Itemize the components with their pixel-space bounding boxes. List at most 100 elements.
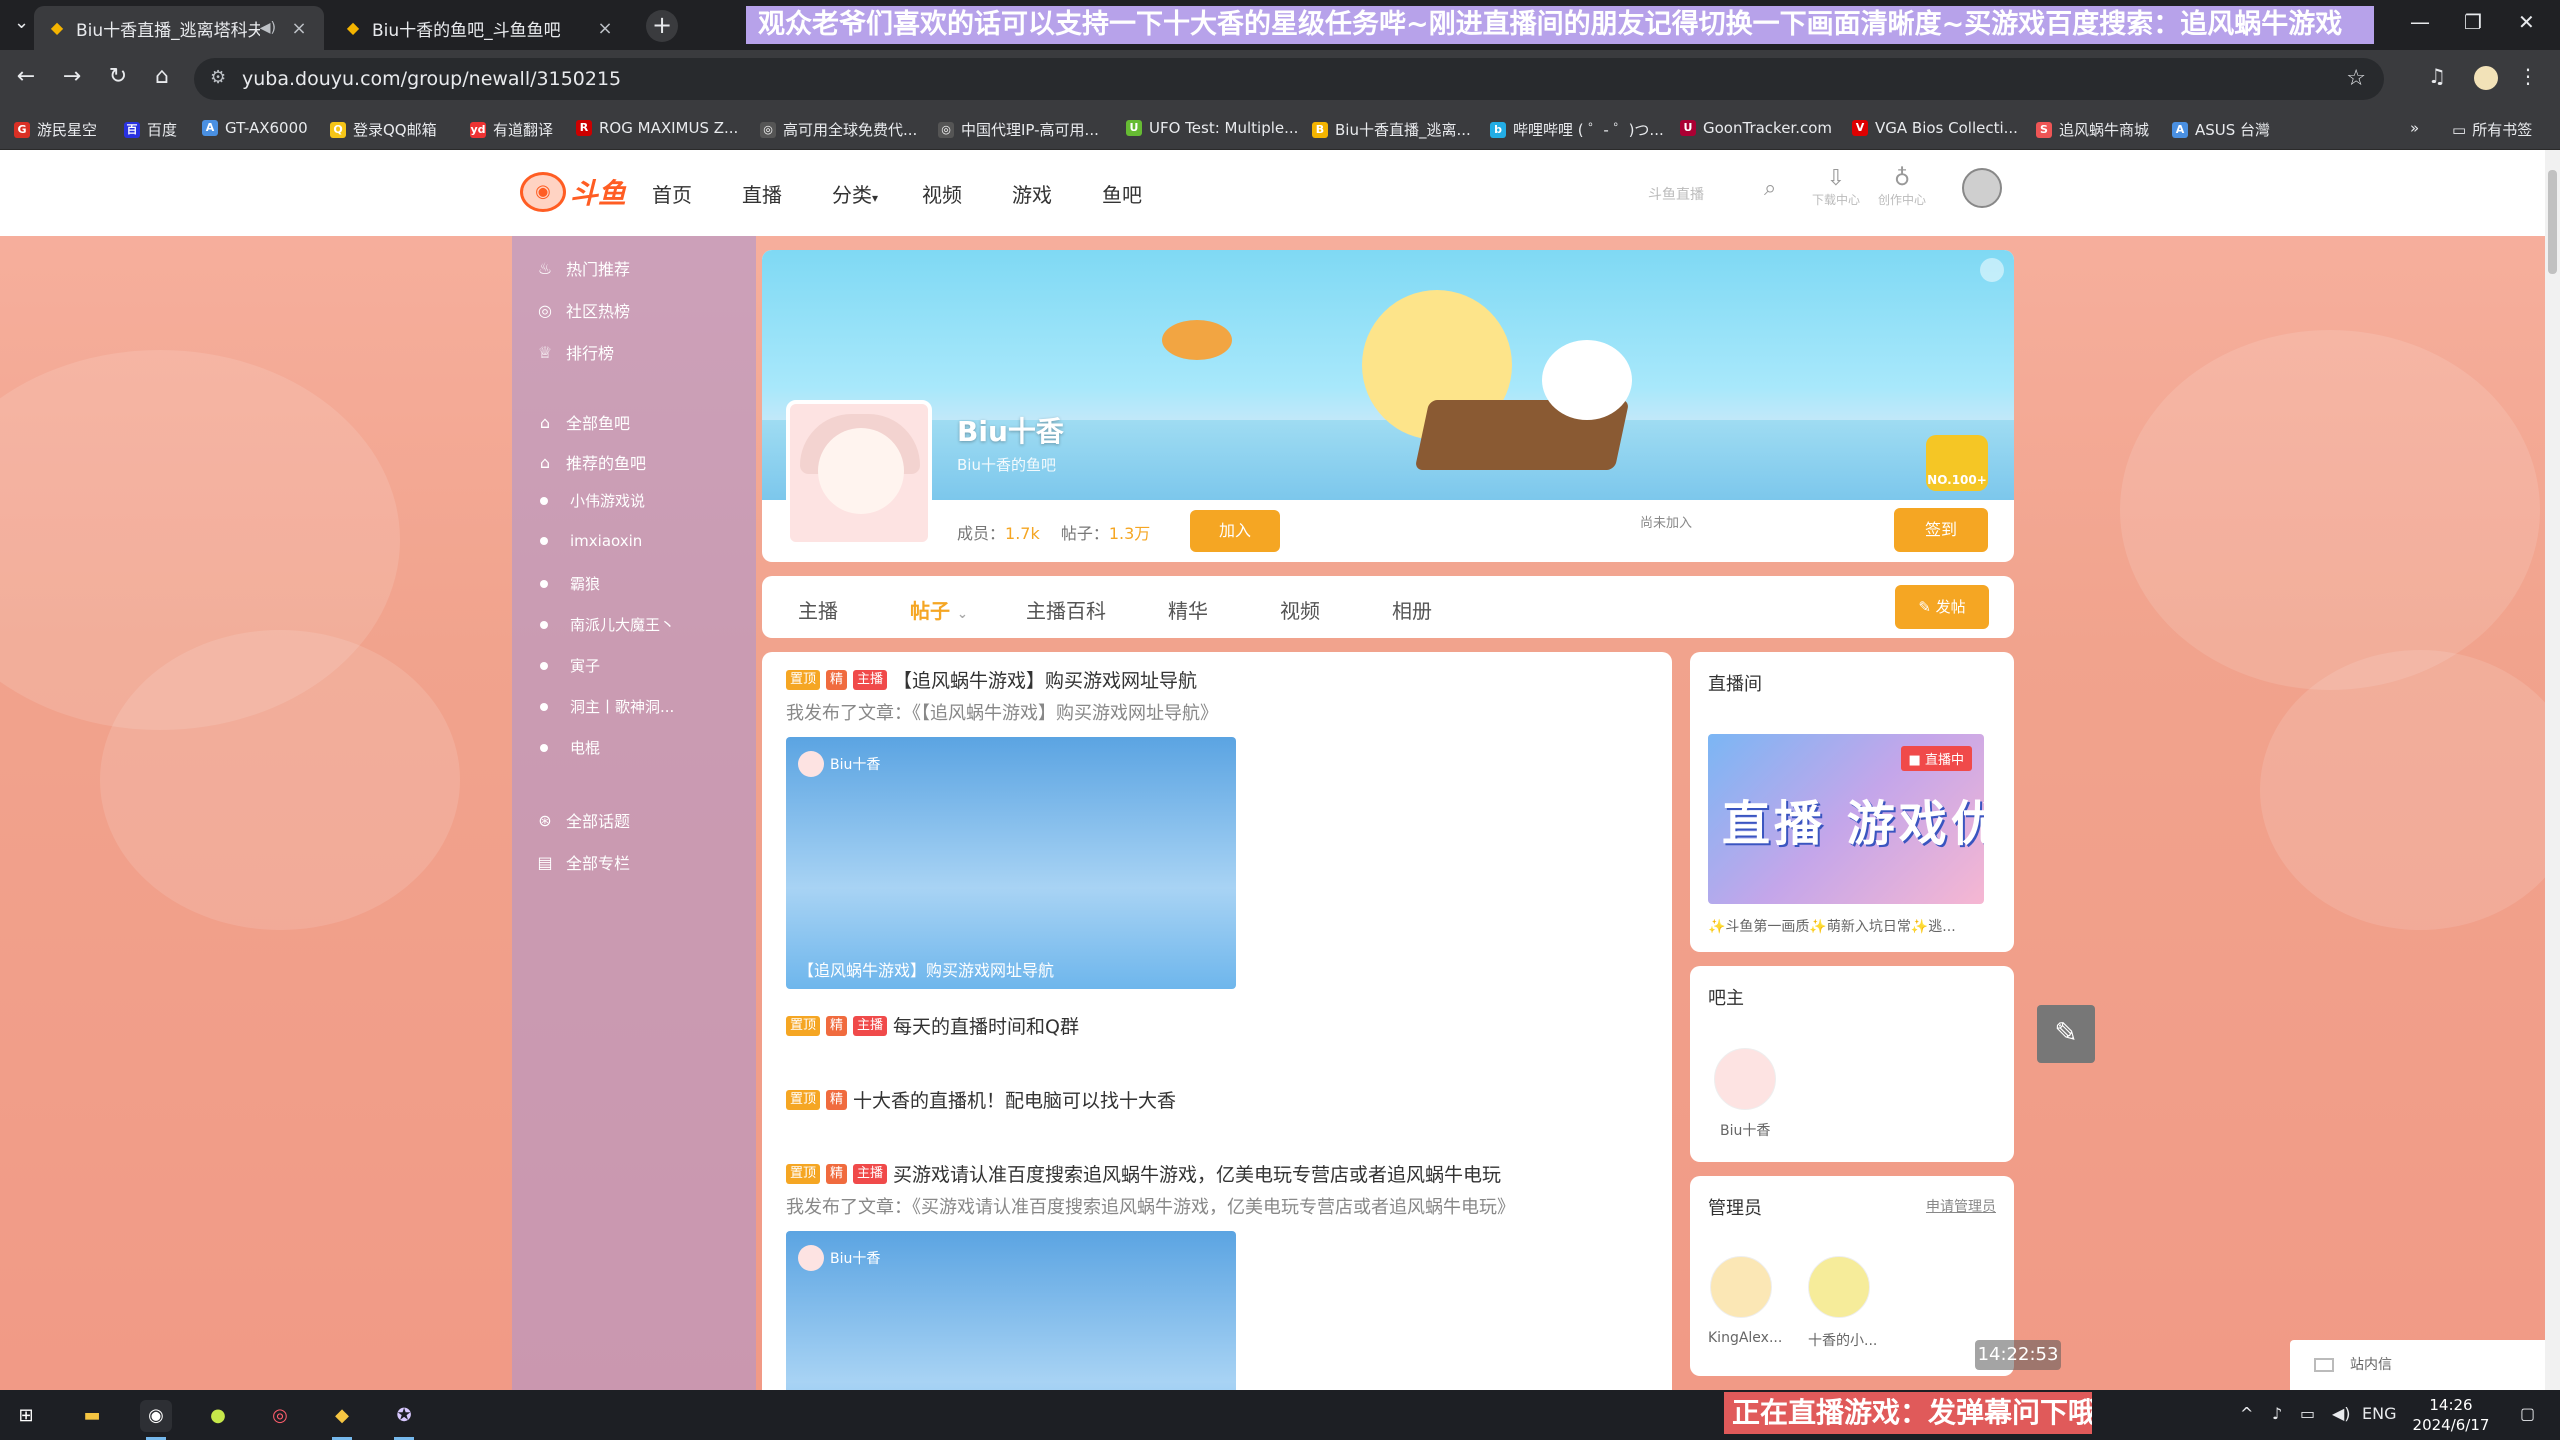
post-item[interactable]: 置顶 精 主播 【追风蜗牛游戏】购买游戏网址导航 我发布了文章：《【追风蜗牛游戏… <box>786 666 1236 989</box>
sidebar-item-hot[interactable]: ♨ 热门推荐 <box>536 256 630 280</box>
owner-avatar[interactable] <box>1714 1048 1776 1110</box>
volume-icon[interactable]: ◀) <box>2332 1404 2351 1423</box>
speaker-icon[interactable]: ◀) <box>260 20 276 36</box>
post-title[interactable]: 买游戏请认准百度搜索追风蜗牛游戏，亿美电玩专营店或者追风蜗牛电玩 <box>893 1160 1501 1187</box>
profile-avatar[interactable] <box>2474 66 2498 90</box>
download-center[interactable]: ⇩ 下载中心 <box>1812 166 1860 208</box>
sidebar-group-item[interactable]: 电棍 <box>540 737 600 758</box>
close-tab-icon[interactable]: × <box>288 18 310 39</box>
post-title-row[interactable]: 置顶 精 主播 买游戏请认准百度搜索追风蜗牛游戏，亿美电玩专营店或者追风蜗牛电玩 <box>786 1160 1515 1187</box>
bookmark-item[interactable]: U UFO Test: Multiple... <box>1126 119 1298 137</box>
post-cover-image[interactable]: Biu十香 <box>786 1231 1236 1390</box>
bookmark-item[interactable]: ◎ 中国代理IP-高可用... <box>938 119 1099 140</box>
bookmark-item[interactable]: A ASUS 台灣 <box>2172 119 2270 140</box>
bookmark-item[interactable]: 百百度 <box>124 119 177 140</box>
tab-featured[interactable]: 精华 <box>1168 595 1208 624</box>
sidebar-group-item[interactable]: 南派儿大魔王丶 <box>540 614 675 635</box>
sidebar-group-item[interactable]: 洞主丨歌神洞... <box>540 696 674 717</box>
post-title-row[interactable]: 置顶 精 十大香的直播机！配电脑可以找十大香 <box>786 1086 1176 1113</box>
sidebar-group-item[interactable]: 小伟游戏说 <box>540 490 645 511</box>
bookmark-item[interactable]: Q 登录QQ邮箱 <box>330 119 437 140</box>
bookmarks-overflow-icon[interactable]: » <box>2410 119 2419 137</box>
scrollbar-thumb[interactable] <box>2548 170 2557 274</box>
url-text[interactable]: yuba.douyu.com/group/newall/3150215 <box>242 68 621 90</box>
bookmark-item[interactable]: A GT-AX6000 <box>202 119 308 137</box>
live-thumbnail[interactable]: 直播 游戏优惠 ■ 直播中 <box>1708 734 1984 904</box>
post-cover-image[interactable]: Biu十香 【追风蜗牛游戏】购买游戏网址导航 <box>786 737 1236 989</box>
obs-studio-icon[interactable]: ✪ <box>388 1400 420 1440</box>
bookmark-item[interactable]: U GoonTracker.com <box>1680 119 1832 137</box>
bookmark-item[interactable]: V VGA Bios Collecti... <box>1852 119 2018 137</box>
browser-menu-icon[interactable]: ⋮ <box>2518 64 2538 88</box>
tray-chevron-icon[interactable]: ^ <box>2240 1404 2253 1423</box>
network-icon[interactable]: ▭ <box>2300 1404 2315 1423</box>
new-post-button[interactable]: ✎ 发帖 <box>1895 585 1989 629</box>
bookmark-item[interactable]: B Biu十香直播_逃离... <box>1312 119 1471 140</box>
post-title[interactable]: 十大香的直播机！配电脑可以找十大香 <box>853 1086 1176 1113</box>
windows-start-icon[interactable]: ⊞ <box>10 1400 42 1432</box>
sidebar-group-item[interactable]: 霸狼 <box>540 573 600 594</box>
bookmark-item[interactable]: R ROG MAXIMUS Z... <box>576 119 738 137</box>
post-item[interactable]: 置顶 精 十大香的直播机！配电脑可以找十大香 <box>786 1086 1176 1113</box>
tab-album[interactable]: 相册 <box>1392 595 1432 624</box>
notification-icon[interactable]: ▢ <box>2520 1404 2535 1423</box>
nav-home[interactable]: 首页 <box>652 179 692 208</box>
header-search-input[interactable]: 斗鱼直播 <box>1648 184 1704 204</box>
post-title-row[interactable]: 置顶 精 主播 每天的直播时间和Q群 <box>786 1012 1079 1039</box>
join-button[interactable]: 加入 <box>1190 510 1280 552</box>
microphone-icon[interactable]: ♪ <box>2272 1404 2282 1423</box>
user-avatar[interactable] <box>1962 168 2002 208</box>
browser-tab-yuba[interactable]: ◆ Biu十香的鱼吧_斗鱼鱼吧 × <box>330 6 630 50</box>
page-scrollbar[interactable] <box>2545 150 2560 1390</box>
sidebar-item-ranking[interactable]: ♕ 排行榜 <box>536 340 614 364</box>
admin-avatar[interactable] <box>1710 1256 1772 1318</box>
inbox-widget[interactable]: 站内信 <box>2290 1340 2545 1390</box>
netease-music-icon[interactable]: ◎ <box>264 1400 296 1432</box>
new-tab-button[interactable]: + <box>646 10 678 42</box>
browser-tab-live[interactable]: ◆ Biu十香直播_逃离塔科夫直播_斗鱼 ◀) × <box>34 6 324 50</box>
tab-wiki[interactable]: 主播百科 <box>1026 595 1106 624</box>
sidebar-item-community-hot[interactable]: ◎ 社区热榜 <box>536 298 630 322</box>
tab-search-chevron-icon[interactable]: ⌄ <box>14 12 29 33</box>
tab-posts[interactable]: 帖子 ⌄ <box>910 595 968 624</box>
system-clock[interactable]: 14:26 2024/6/17 <box>2396 1395 2506 1435</box>
nav-games[interactable]: 游戏 <box>1012 179 1052 208</box>
sidebar-item-columns[interactable]: ▤ 全部专栏 <box>536 850 630 874</box>
minimize-icon[interactable]: — <box>2410 10 2430 34</box>
post-title[interactable]: 每天的直播时间和Q群 <box>893 1012 1079 1039</box>
search-icon[interactable]: ⌕ <box>1764 176 1776 201</box>
nav-video[interactable]: 视频 <box>922 179 962 208</box>
admin-name[interactable]: KingAlex... <box>1708 1330 1782 1346</box>
bookmark-item[interactable]: b 哔哩哔哩 ( ゜- ゜)つ... <box>1490 119 1664 140</box>
media-control-icon[interactable]: ♫ <box>2428 64 2446 88</box>
creator-center[interactable]: ♁ 创作中心 <box>1878 166 1926 208</box>
forward-icon[interactable]: → <box>56 64 88 89</box>
banner-toggle-icon[interactable] <box>1980 258 2004 282</box>
post-item[interactable]: 置顶 精 主播 买游戏请认准百度搜索追风蜗牛游戏，亿美电玩专营店或者追风蜗牛电玩… <box>786 1160 1515 1390</box>
bookmark-item[interactable]: yd 有道翻译 <box>470 119 553 140</box>
address-bar[interactable]: ⚙ yuba.douyu.com/group/newall/3150215 ☆ <box>194 58 2384 100</box>
apply-admin-link[interactable]: 申请管理员 <box>1926 1196 1996 1216</box>
sidebar-item-all-groups[interactable]: ⌂ 全部鱼吧 <box>536 410 630 434</box>
reload-icon[interactable]: ↻ <box>102 64 134 89</box>
floating-edit-button[interactable]: ✎ <box>2037 1005 2095 1063</box>
post-title[interactable]: 【追风蜗牛游戏】购买游戏网址导航 <box>893 666 1197 693</box>
admin-avatar[interactable] <box>1808 1256 1870 1318</box>
douyu-logo[interactable]: ◉ 斗鱼 <box>520 172 626 212</box>
app-ball-icon[interactable]: ● <box>202 1400 234 1432</box>
owner-name[interactable]: Biu十香 <box>1720 1120 1770 1140</box>
close-window-icon[interactable]: ✕ <box>2518 10 2535 34</box>
home-icon[interactable]: ⌂ <box>146 64 178 89</box>
admin-name[interactable]: 十香的小... <box>1808 1330 1877 1350</box>
site-info-icon[interactable]: ⚙ <box>210 67 226 88</box>
tab-streamer[interactable]: 主播 <box>798 595 838 624</box>
nav-yuba[interactable]: 鱼吧 <box>1102 179 1142 208</box>
all-bookmarks-folder[interactable]: ▭ 所有书签 <box>2452 119 2532 140</box>
sidebar-group-item[interactable]: imxiaoxin <box>540 532 642 550</box>
post-item[interactable]: 置顶 精 主播 每天的直播时间和Q群 <box>786 1012 1079 1039</box>
post-title-row[interactable]: 置顶 精 主播 【追风蜗牛游戏】购买游戏网址导航 <box>786 666 1236 693</box>
bookmark-item[interactable]: ◎ 高可用全球免费代... <box>760 119 917 140</box>
live-description[interactable]: ✨斗鱼第一画质✨萌新入坑日常✨逃... <box>1708 916 1998 936</box>
input-language[interactable]: ENG <box>2362 1404 2396 1423</box>
nav-category[interactable]: 分类▾ <box>832 179 878 208</box>
